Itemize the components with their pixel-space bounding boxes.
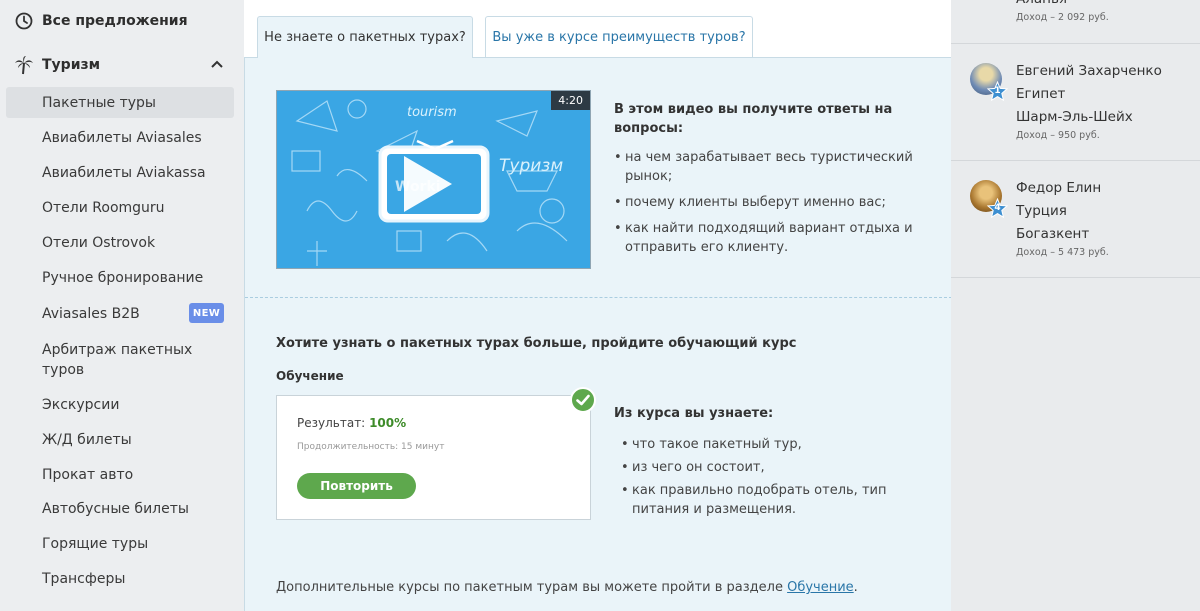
- feed-city: Аланья: [1016, 0, 1067, 11]
- sidebar-item-aviakassa[interactable]: Авиабилеты Aviakassa: [42, 163, 206, 183]
- feed-city: Богазкент: [1016, 226, 1090, 242]
- activity-feed: Аланья Доход – 2 092 руб. 1 Евгений Заха…: [951, 0, 1200, 611]
- video-title: В этом видео вы получите ответы на вопро…: [614, 102, 893, 136]
- learn-bullets: что такое пакетный тур, из чего он состо…: [621, 435, 901, 523]
- sidebar-item-roomguru[interactable]: Отели Roomguru: [42, 198, 165, 218]
- course-heading: Хотите узнать о пакетных турах больше, п…: [276, 336, 797, 351]
- video-bullets: на чем зарабатывает весь туристический р…: [614, 148, 914, 264]
- svg-text:tourism: tourism: [407, 105, 457, 120]
- feed-name[interactable]: Федор Елин: [1016, 177, 1101, 200]
- sidebar-tourism-label: Туризм: [42, 57, 101, 73]
- rank-star-icon: 4: [986, 197, 1009, 219]
- video-bullet: на чем зарабатывает весь туристический р…: [614, 148, 914, 186]
- rank-number: 1: [994, 86, 1001, 96]
- feed-entry: 4 Федор Елин Турция Богазкент Доход – 5 …: [951, 161, 1200, 278]
- course-result: Результат: 100%: [297, 416, 406, 430]
- video-player[interactable]: tourism Туризм Worki 4:20: [276, 90, 591, 269]
- palm-tree-icon: [14, 55, 34, 75]
- rank-number: 4: [994, 203, 1001, 213]
- sidebar-item-arbitrage-line2: туров: [42, 362, 85, 378]
- feed-income: Доход – 950 руб.: [1016, 130, 1100, 141]
- tab-dont-know[interactable]: Не знаете о пакетных турах?: [257, 16, 473, 58]
- new-badge: NEW: [189, 303, 224, 323]
- feed-income: Доход – 2 092 руб.: [1016, 12, 1109, 23]
- sidebar-item-ostrovok[interactable]: Отели Ostrovok: [42, 233, 155, 253]
- checkmark-icon: [570, 387, 596, 413]
- chevron-up-icon[interactable]: [210, 57, 224, 71]
- sidebar-item-aviasales-b2b[interactable]: Aviasales B2B: [42, 304, 140, 324]
- repeat-button[interactable]: Повторить: [297, 473, 416, 499]
- result-label: Результат:: [297, 416, 366, 430]
- rank-star-icon: 1: [986, 80, 1009, 102]
- learn-title: Из курса вы узнаете:: [614, 406, 774, 421]
- video-duration: 4:20: [551, 91, 590, 110]
- footer-end: .: [853, 580, 858, 595]
- sidebar: Все предложения Туризм Пакетные туры Ави…: [0, 0, 244, 611]
- sidebar-item-car-rental[interactable]: Прокат авто: [42, 465, 133, 485]
- sidebar-all-offers[interactable]: Все предложения: [14, 11, 188, 31]
- course-subheading: Обучение: [276, 369, 344, 383]
- sidebar-item-transfers[interactable]: Трансферы: [42, 569, 125, 589]
- tab-already-know[interactable]: Вы уже в курсе преимуществ туров?: [485, 16, 753, 58]
- video-thumbnail: tourism Туризм Worki: [277, 91, 590, 268]
- svg-text:Туризм: Туризм: [499, 156, 563, 176]
- sidebar-item-aviasales[interactable]: Авиабилеты Aviasales: [42, 128, 202, 148]
- learn-bullet: что такое пакетный тур,: [621, 435, 901, 454]
- learn-bullet: как правильно подобрать отель, тип питан…: [621, 481, 901, 519]
- sidebar-item-excursions[interactable]: Экскурсии: [42, 395, 119, 415]
- sidebar-all-offers-label: Все предложения: [42, 13, 188, 29]
- main-content: Не знаете о пакетных турах? Вы уже в кур…: [244, 0, 952, 611]
- learn-bullet: из чего он состоит,: [621, 458, 901, 477]
- sidebar-item-train-tickets[interactable]: Ж/Д билеты: [42, 430, 132, 450]
- feed-country: Турция: [1016, 203, 1067, 219]
- result-value: 100%: [369, 416, 407, 430]
- sidebar-tourism[interactable]: Туризм: [14, 55, 100, 75]
- feed-name[interactable]: Евгений Захарченко: [1016, 60, 1162, 83]
- sidebar-item-arbitrage-line1: Арбитраж пакетных: [42, 342, 193, 358]
- footer-text: Дополнительные курсы по пакетным турам в…: [276, 580, 788, 595]
- feed-country: Египет: [1016, 86, 1066, 102]
- video-bullet: как найти подходящий вариант отдыха и от…: [614, 219, 914, 257]
- course-duration: Продолжительность: 15 минут: [297, 442, 445, 452]
- sidebar-item-arbitrage[interactable]: Арбитраж пакетных туров: [42, 340, 192, 380]
- tab-panel: tourism Туризм Worki 4:20 В этом видео в…: [244, 57, 952, 611]
- sidebar-item-manual-booking[interactable]: Ручное бронирование: [42, 268, 203, 288]
- course-card: Результат: 100% Продолжительность: 15 ми…: [276, 395, 591, 520]
- footer-note: Дополнительные курсы по пакетным турам в…: [276, 580, 858, 595]
- learning-link[interactable]: Обучение: [787, 580, 854, 595]
- feed-entry: Аланья Доход – 2 092 руб.: [951, 0, 1200, 44]
- feed-entry: 1 Евгений Захарченко Египет Шарм-Эль-Шей…: [951, 44, 1200, 161]
- clock-icon: [14, 11, 34, 31]
- video-bullet: почему клиенты выберут именно вас;: [614, 193, 914, 212]
- feed-city: Шарм-Эль-Шейх: [1016, 109, 1133, 125]
- sidebar-item-package-tours[interactable]: Пакетные туры: [42, 93, 156, 113]
- dashed-divider: [245, 297, 952, 298]
- sidebar-item-hot-tours[interactable]: Горящие туры: [42, 534, 148, 554]
- sidebar-item-bus-tickets[interactable]: Автобусные билеты: [42, 499, 189, 519]
- feed-income: Доход – 5 473 руб.: [1016, 247, 1109, 258]
